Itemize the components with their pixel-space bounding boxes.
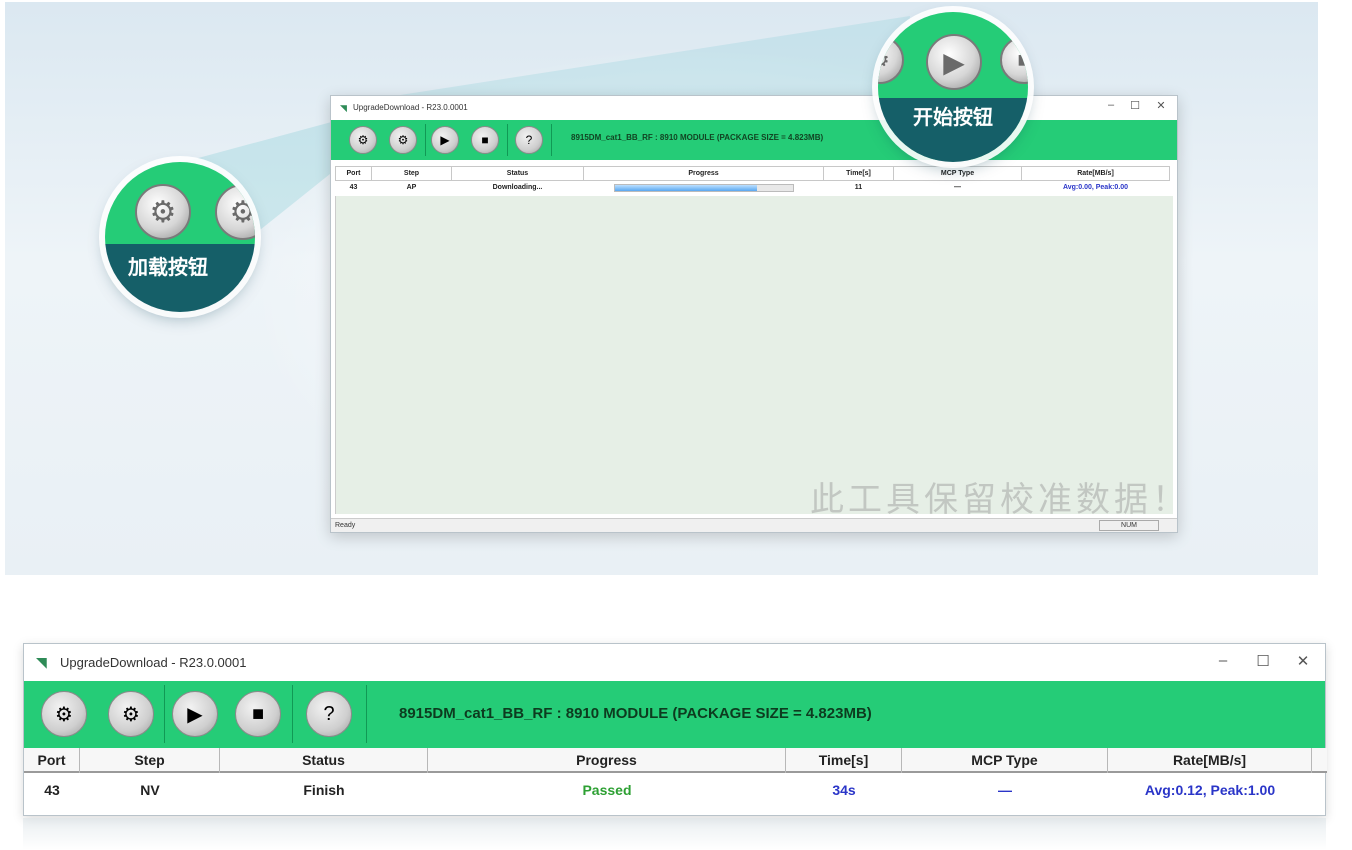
title-bar: ◥ UpgradeDownload - R23.0.0001 – ☐ ✕ — [331, 96, 1177, 120]
zoomed-load-button: ⚙ — [135, 184, 191, 240]
mcp-type-cell: — — [954, 184, 961, 192]
minimize-button[interactable]: – — [1211, 652, 1235, 669]
column-header-mcp-type[interactable]: MCP Type — [893, 166, 1022, 181]
gears-icon: ⚙ — [122, 703, 140, 726]
table-row[interactable]: 43 AP Downloading... 11 — Avg:0.00, Peak… — [336, 181, 1170, 195]
stop-icon: ■ — [1017, 47, 1028, 72]
stop-button[interactable]: ■ — [471, 126, 499, 154]
title-bar: ◥ UpgradeDownload - R23.0.0001 – ☐ ✕ — [24, 644, 1325, 681]
column-header-status[interactable]: Status — [451, 166, 584, 181]
window-reflection — [23, 818, 1326, 850]
close-button[interactable]: ✕ — [1153, 99, 1169, 112]
rate-cell: Avg:0.00, Peak:0.00 — [1062, 184, 1129, 192]
column-header-status[interactable]: Status — [220, 748, 428, 773]
gear-icon: ⚙ — [149, 195, 177, 229]
table-header: Port Step Status Progress Time[s] MCP Ty… — [335, 166, 1170, 181]
column-header-rate[interactable]: Rate[MB/s] — [1021, 166, 1170, 181]
column-header-mcp-type[interactable]: MCP Type — [902, 748, 1108, 773]
toolbar-separator — [551, 124, 552, 156]
gears-icon: ⚙ — [878, 47, 890, 72]
window-title: UpgradeDownload - R23.0.0001 — [353, 103, 468, 112]
start-button[interactable]: ▶ — [431, 126, 459, 154]
progress-bar-fill — [614, 184, 757, 191]
load-button[interactable]: ⚙ — [41, 691, 87, 737]
status-text: Ready — [335, 522, 356, 529]
gears-icon: ⚙ — [397, 133, 409, 147]
load-button-callout: ⚙ ⚙ 加载按钮 — [105, 162, 255, 312]
rate-cell: Avg:0.12, Peak:1.00 — [1144, 782, 1276, 798]
column-header-port[interactable]: Port — [335, 166, 372, 181]
time-cell: 11 — [854, 184, 863, 192]
toolbar-separator — [507, 124, 508, 156]
step-cell: NV — [140, 782, 160, 798]
table-header: Port Step Status Progress Time[s] MCP Ty… — [24, 748, 1327, 773]
close-button[interactable]: ✕ — [1291, 652, 1315, 670]
small-app-window: ◥ UpgradeDownload - R23.0.0001 – ☐ ✕ ⚙ ⚙… — [330, 95, 1178, 533]
toolbar: ⚙ ⚙ ▶ ■ ? 8915DM_cat1_BB_RF : 8910 MODUL… — [331, 120, 1177, 160]
num-lock-indicator: NUM — [1099, 520, 1159, 531]
results-table: Port Step Status Progress Time[s] MCP Ty… — [335, 166, 1170, 195]
toolbar-separator — [292, 685, 293, 743]
column-header-time[interactable]: Time[s] — [823, 166, 894, 181]
gears-icon: ⚙ — [229, 195, 255, 229]
play-icon: ▶ — [943, 46, 965, 78]
maximize-button[interactable]: ☐ — [1251, 652, 1275, 670]
port-cell: 43 — [349, 184, 358, 192]
watermark-text: 此工具保留校准数据！ — [810, 480, 1190, 520]
help-icon: ? — [323, 702, 335, 725]
column-header-port[interactable]: Port — [24, 748, 80, 773]
settings-button[interactable]: ⚙ — [389, 126, 417, 154]
progress-cell — [584, 181, 824, 195]
callout-label: 开始按钮 — [878, 98, 1028, 162]
column-header-progress[interactable]: Progress — [428, 748, 786, 773]
help-button[interactable]: ? — [515, 126, 543, 154]
app-logo-icon: ◥ — [36, 654, 47, 670]
status-cell: Downloading... — [492, 184, 543, 192]
stop-icon: ■ — [251, 702, 265, 725]
column-header-step[interactable]: Step — [80, 748, 220, 773]
column-header-step[interactable]: Step — [371, 166, 452, 181]
step-cell: AP — [406, 184, 417, 192]
toolbar-separator — [425, 124, 426, 156]
start-button-callout: ⚙ ▶ ■ 开始按钮 — [878, 12, 1028, 162]
load-button[interactable]: ⚙ — [349, 126, 377, 154]
large-app-window: ◥ UpgradeDownload - R23.0.0001 – ☐ ✕ ⚙ ⚙… — [23, 643, 1327, 816]
results-grid — [335, 180, 1173, 514]
app-logo-icon: ◥ — [340, 103, 347, 113]
maximize-button[interactable]: ☐ — [1127, 99, 1143, 112]
status-cell: Finish — [303, 782, 345, 798]
tutorial-panel: ◥ UpgradeDownload - R23.0.0001 – ☐ ✕ ⚙ ⚙… — [5, 2, 1318, 575]
mcp-type-cell: — — [998, 782, 1012, 798]
help-icon: ? — [525, 133, 533, 147]
toolbar-separator — [164, 685, 165, 743]
toolbar-separator — [366, 685, 367, 743]
start-button[interactable]: ▶ — [172, 691, 218, 737]
port-cell: 43 — [44, 782, 60, 798]
stop-icon: ■ — [481, 133, 489, 147]
column-header-time[interactable]: Time[s] — [786, 748, 902, 773]
time-cell: 34s — [832, 782, 856, 798]
help-button[interactable]: ? — [306, 691, 352, 737]
column-header-progress[interactable]: Progress — [583, 166, 824, 181]
progress-bar — [613, 183, 794, 192]
gear-icon: ⚙ — [55, 703, 73, 726]
callout-label: 加载按钮 — [105, 244, 255, 312]
table-row[interactable]: 43 NV Finish Passed 34s — Avg:0.12, Peak… — [24, 775, 1327, 805]
progress-cell: Passed — [582, 782, 632, 798]
window-title: UpgradeDownload - R23.0.0001 — [60, 655, 247, 670]
package-info: 8915DM_cat1_BB_RF : 8910 MODULE (PACKAGE… — [399, 705, 872, 722]
play-icon: ▶ — [440, 133, 450, 147]
gear-icon: ⚙ — [357, 133, 369, 147]
toolbar: ⚙ ⚙ ▶ ■ ? 8915DM_cat1_BB_RF : 8910 MODUL… — [24, 681, 1325, 748]
minimize-button[interactable]: – — [1103, 99, 1119, 111]
play-icon: ▶ — [187, 703, 203, 726]
stop-button[interactable]: ■ — [235, 691, 281, 737]
zoomed-start-button: ▶ — [926, 34, 982, 90]
package-info: 8915DM_cat1_BB_RF : 8910 MODULE (PACKAGE… — [571, 133, 824, 142]
column-header-rate[interactable]: Rate[MB/s] — [1108, 748, 1312, 773]
settings-button[interactable]: ⚙ — [108, 691, 154, 737]
